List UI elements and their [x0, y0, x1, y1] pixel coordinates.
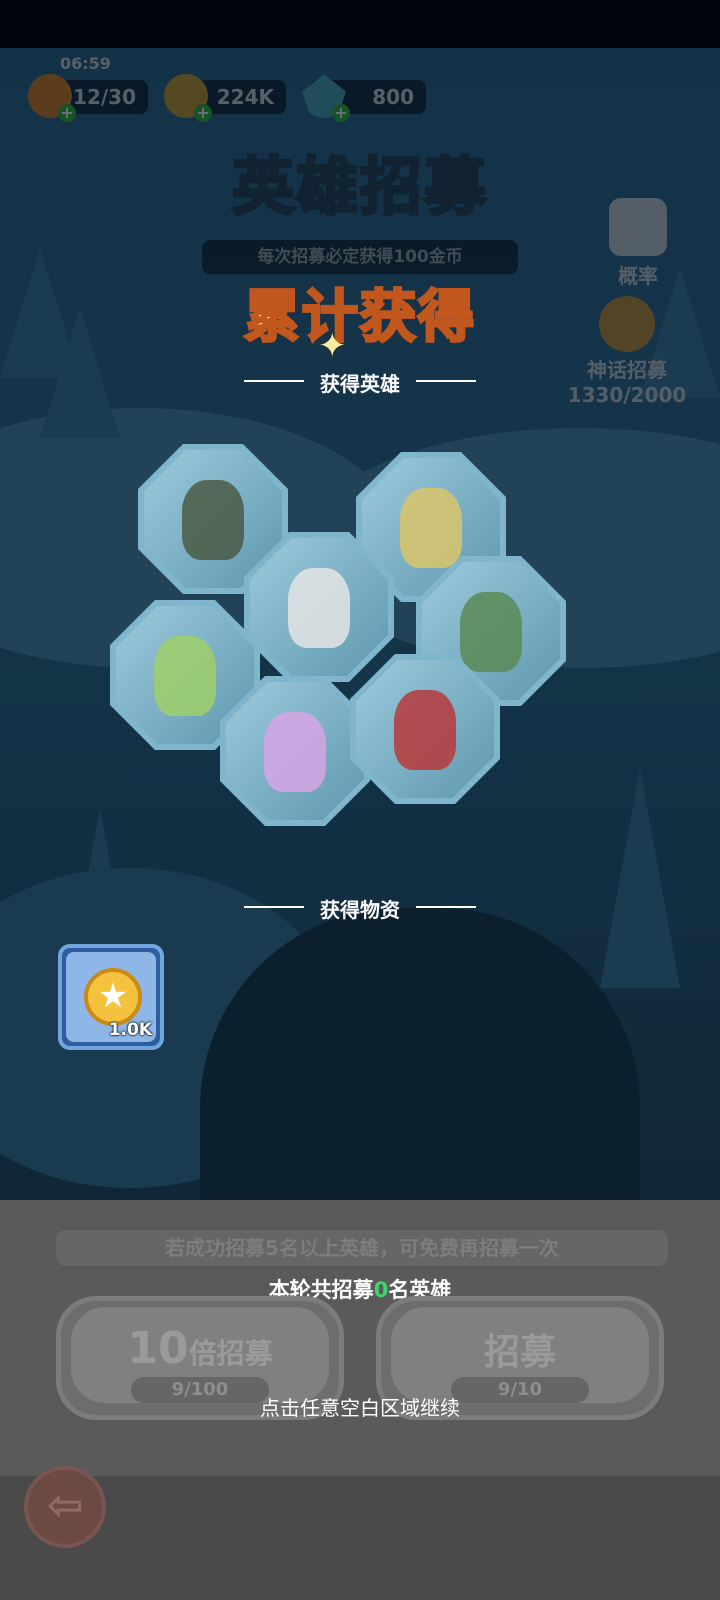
- loot-item-background: ★ 1.0K: [66, 952, 156, 1042]
- document-icon: [609, 198, 667, 256]
- add-gem-icon[interactable]: +: [332, 104, 350, 122]
- pine-tree: [40, 308, 120, 438]
- pine-tree: [600, 768, 680, 988]
- gold-counter[interactable]: + 224K: [164, 74, 286, 122]
- back-arrow-icon: ⇦: [46, 1480, 84, 1531]
- hero-portrait: [264, 712, 326, 792]
- gold-value: 224K: [216, 85, 274, 109]
- recruit-1x-label: 招募: [483, 1332, 556, 1373]
- status-bar: [0, 0, 720, 48]
- hero-portrait: [154, 636, 216, 716]
- heroes-section-title: 获得英雄: [240, 368, 480, 397]
- button-face: 招募 9/10: [391, 1307, 649, 1403]
- stamina-counter[interactable]: + 12/30: [28, 74, 148, 122]
- recruit-10x-label: 10倍招募: [127, 1323, 273, 1374]
- probability-label: 概率: [618, 264, 658, 288]
- add-gold-icon[interactable]: +: [194, 104, 212, 122]
- hero-portrait: [182, 480, 244, 560]
- hero-card-white-knight[interactable]: [244, 532, 394, 682]
- stamina-value: 12/30: [73, 85, 136, 109]
- back-button[interactable]: ⇦: [24, 1466, 106, 1548]
- hero-portrait: [400, 488, 462, 568]
- hero-portrait: [460, 592, 522, 672]
- mythic-progress: 1330/2000: [567, 383, 687, 407]
- ice-crystal: [250, 538, 388, 676]
- ice-crystal: [226, 682, 364, 820]
- mythic-recruit-label: 神话招募: [587, 358, 667, 382]
- sparkle-icon: ✦: [318, 326, 347, 366]
- hero-portrait: [394, 690, 456, 770]
- bonus-notice: 若成功招募5名以上英雄，可免费再招募一次: [56, 1230, 668, 1266]
- hero-card-red-demon[interactable]: [350, 654, 500, 804]
- recruit-subtitle: 每次招募必定获得100金币: [202, 240, 518, 274]
- probability-button[interactable]: 概率: [598, 198, 678, 289]
- ice-crystal: [356, 660, 494, 798]
- count-value: 0: [373, 1278, 389, 1302]
- mythic-recruit-button[interactable]: 神话招募 1330/2000: [562, 296, 692, 407]
- loot-item-gold[interactable]: ★ 1.0K: [58, 944, 164, 1050]
- button-face: 10倍招募 9/100: [71, 1307, 329, 1403]
- gem-counter[interactable]: + 800: [302, 74, 426, 122]
- clock-time: 06:59: [60, 54, 111, 73]
- gold-coin-icon: ★: [84, 968, 142, 1026]
- hero-card-fairy[interactable]: [220, 676, 370, 826]
- gem-value: 800: [372, 85, 414, 109]
- page-title: 英雄招募: [230, 149, 488, 225]
- loot-quantity: 1.0K: [108, 1020, 152, 1040]
- continue-hint: 点击任意空白区域继续: [260, 1396, 460, 1420]
- items-section-title: 获得物资: [240, 894, 480, 923]
- add-stamina-icon[interactable]: +: [58, 104, 76, 122]
- result-heading: 累计获得: [243, 284, 476, 352]
- hero-portrait: [288, 568, 350, 648]
- crown-badge-icon: [599, 296, 655, 352]
